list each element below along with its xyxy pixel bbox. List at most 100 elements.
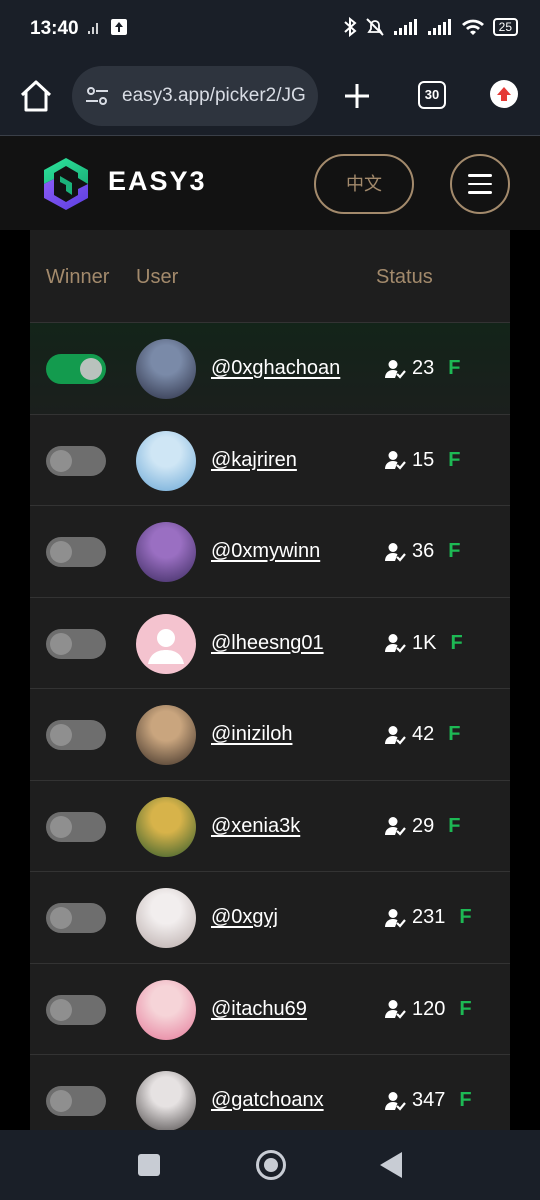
- status-left-icons: [86, 18, 128, 36]
- wifi-icon: [461, 19, 484, 35]
- avatar[interactable]: [136, 796, 196, 857]
- address-bar[interactable]: easy3.app/picker2/JG: [72, 66, 318, 126]
- status-bar: 13:40 25: [0, 0, 540, 58]
- followers-icon: [384, 358, 406, 380]
- signal-question-icon: [88, 23, 98, 34]
- status-cell: 23 F: [384, 357, 460, 380]
- username-link[interactable]: @xenia3k: [211, 815, 300, 838]
- username-link[interactable]: @gatchoanx: [211, 1089, 324, 1112]
- status-cell: 15 F: [384, 449, 460, 472]
- default-avatar-icon: [148, 628, 184, 664]
- browser-toolbar: easy3.app/picker2/JG 30: [0, 58, 540, 136]
- username-link[interactable]: @0xgyj: [211, 906, 278, 929]
- follower-count: 15: [412, 448, 435, 471]
- home-icon[interactable]: [18, 78, 54, 114]
- back-icon[interactable]: [380, 1152, 402, 1178]
- app-header: EASY3 中文: [0, 136, 540, 230]
- winner-toggle[interactable]: [46, 903, 106, 933]
- follower-count: 23: [412, 357, 435, 379]
- column-header-user: User: [136, 266, 179, 288]
- table-row: @xenia3k 29 F: [30, 781, 510, 872]
- column-header-winner: Winner: [46, 266, 110, 288]
- username-link[interactable]: @0xghachoan: [211, 357, 340, 380]
- menu-button[interactable]: [450, 154, 510, 214]
- toggle-knob: [50, 1090, 72, 1112]
- follower-count: 42: [412, 723, 435, 745]
- winner-toggle[interactable]: [46, 537, 106, 567]
- toggle-knob: [50, 449, 72, 472]
- follow-status-badge: F: [448, 723, 461, 745]
- easy3-logo[interactable]: [40, 156, 92, 212]
- status-cell: 29 F: [384, 815, 460, 838]
- follow-status-badge: F: [450, 631, 463, 654]
- status-cell: 347 F: [384, 1089, 472, 1112]
- winner-toggle[interactable]: [46, 994, 106, 1025]
- tab-switcher-button[interactable]: 30: [418, 81, 446, 109]
- username-link[interactable]: @lheesng01: [211, 632, 324, 655]
- follower-count: 347: [412, 1089, 446, 1111]
- follow-status-badge: F: [448, 448, 461, 471]
- signal-icon: [393, 19, 417, 35]
- toggle-knob: [50, 632, 72, 655]
- toggle-knob: [80, 358, 102, 380]
- winner-toggle[interactable]: [46, 720, 106, 750]
- avatar[interactable]: [136, 979, 196, 1040]
- extension-button[interactable]: [490, 80, 518, 108]
- status-time: 13:40: [30, 18, 79, 39]
- toggle-knob: [50, 998, 72, 1021]
- winner-toggle[interactable]: [46, 445, 106, 476]
- mute-bell-icon: [365, 18, 384, 36]
- followers-icon: [384, 724, 406, 746]
- winner-toggle[interactable]: [46, 811, 106, 842]
- follow-status-badge: F: [459, 997, 472, 1020]
- home-nav-icon[interactable]: [256, 1150, 286, 1180]
- follow-status-badge: F: [448, 540, 461, 562]
- site-settings-icon[interactable]: [84, 83, 110, 109]
- upload-app-icon: [111, 19, 127, 35]
- avatar[interactable]: [136, 888, 196, 948]
- hamburger-icon: [468, 174, 492, 177]
- language-button[interactable]: 中文: [314, 154, 414, 214]
- toggle-knob: [50, 907, 72, 929]
- username-link[interactable]: @itachu69: [211, 998, 307, 1021]
- column-header-status: Status: [376, 266, 433, 288]
- recents-icon[interactable]: [138, 1154, 160, 1176]
- status-cell: 36 F: [384, 540, 460, 563]
- table-row: @itachu69 120 F: [30, 964, 510, 1055]
- toggle-knob: [50, 815, 72, 838]
- avatar[interactable]: [136, 705, 196, 765]
- follower-count: 120: [412, 997, 446, 1020]
- new-tab-icon[interactable]: [340, 76, 374, 116]
- status-cell: 120 F: [384, 998, 472, 1021]
- followers-icon: [384, 1090, 406, 1112]
- username-link[interactable]: @kajriren: [211, 449, 297, 472]
- avatar[interactable]: [136, 1071, 196, 1130]
- avatar[interactable]: [136, 522, 196, 582]
- username-link[interactable]: @iniziloh: [211, 723, 292, 746]
- username-link[interactable]: @0xmywinn: [211, 540, 320, 563]
- battery-indicator: 25: [492, 18, 518, 36]
- url-text[interactable]: easy3.app/picker2/JG: [122, 85, 314, 107]
- winner-toggle[interactable]: [46, 628, 106, 659]
- table-row: @lheesng01 1K F: [30, 598, 510, 689]
- toggle-knob: [50, 541, 72, 563]
- avatar[interactable]: [136, 613, 196, 674]
- status-cell: 1K F: [384, 632, 463, 655]
- follower-count: 29: [412, 814, 435, 837]
- followers-icon: [384, 815, 406, 837]
- follower-count: 36: [412, 540, 435, 562]
- table-row: @0xghachoan 23 F: [30, 323, 510, 415]
- table-row: @iniziloh 42 F: [30, 689, 510, 781]
- follower-count: 1K: [412, 631, 437, 654]
- status-cell: 42 F: [384, 723, 460, 746]
- winner-toggle[interactable]: [46, 1086, 106, 1116]
- avatar[interactable]: [136, 430, 196, 491]
- table-row: @gatchoanx 347 F: [30, 1055, 510, 1130]
- main-content: Winner User Status @0xghachoan 23 F @kajrir…: [0, 230, 540, 1130]
- system-nav-bar: [0, 1130, 540, 1200]
- status-right: 25: [343, 17, 518, 37]
- followers-icon: [384, 632, 406, 654]
- avatar[interactable]: [136, 339, 196, 399]
- followers-icon: [384, 541, 406, 563]
- winner-toggle[interactable]: [46, 354, 106, 384]
